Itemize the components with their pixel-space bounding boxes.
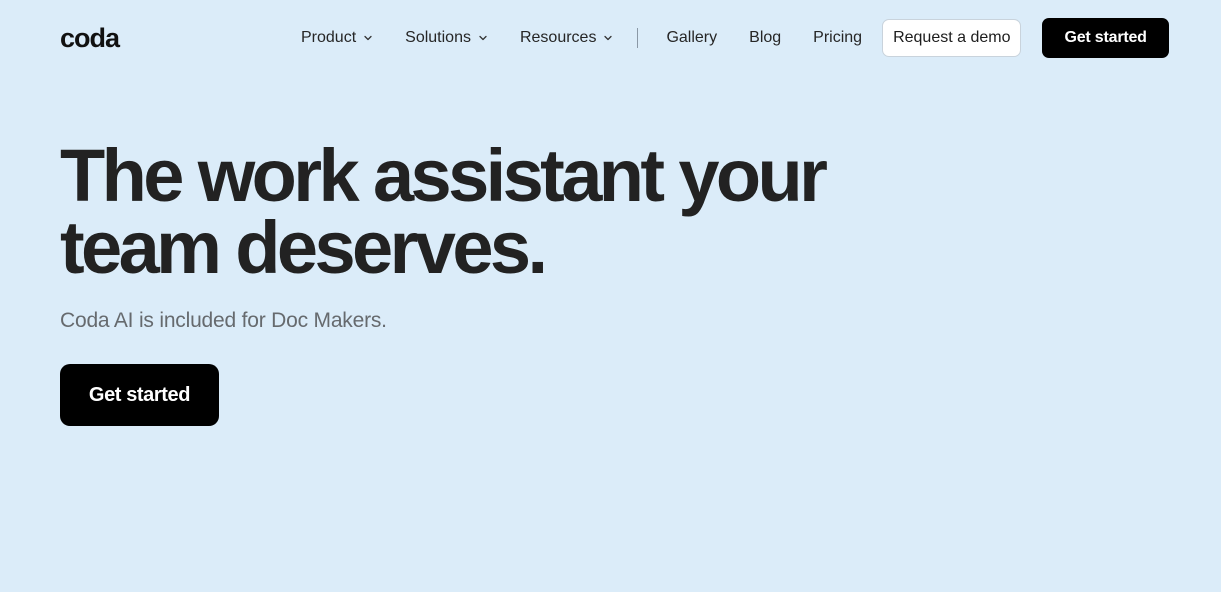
nav-blog-link[interactable]: Blog bbox=[749, 29, 781, 47]
main-nav: Product Solutions Resources Gallery Blog… bbox=[301, 18, 1169, 58]
nav-product-dropdown[interactable]: Product bbox=[301, 29, 373, 47]
header-get-started-button[interactable]: Get started bbox=[1042, 18, 1169, 58]
nav-divider bbox=[637, 28, 639, 48]
site-header: coda Product Solutions Resources Gallery… bbox=[0, 0, 1221, 78]
nav-resources-label: Resources bbox=[519, 29, 597, 46]
nav-gallery-link[interactable]: Gallery bbox=[666, 29, 717, 47]
chevron-down-icon bbox=[478, 33, 488, 43]
request-demo-button[interactable]: Request a demo bbox=[882, 19, 1022, 57]
nav-product-label: Product bbox=[301, 29, 357, 46]
hero-headline-line2: team deserves. bbox=[60, 206, 548, 289]
hero-headline: The work assistant your team deserves. bbox=[60, 134, 960, 289]
chevron-down-icon bbox=[603, 33, 613, 43]
hero-subtext: Coda AI is included for Doc Makers. bbox=[60, 309, 387, 332]
nav-pricing-link[interactable]: Pricing bbox=[813, 29, 862, 47]
hero-section: The work assistant your team deserves. C… bbox=[60, 134, 960, 334]
coda-logo[interactable]: coda bbox=[60, 22, 120, 54]
nav-resources-dropdown[interactable]: Resources bbox=[520, 29, 613, 47]
nav-solutions-label: Solutions bbox=[405, 29, 471, 46]
hero-headline-line1: The work assistant your bbox=[60, 134, 828, 217]
chevron-down-icon bbox=[363, 33, 373, 43]
nav-solutions-dropdown[interactable]: Solutions bbox=[405, 29, 488, 47]
hero-get-started-button[interactable]: Get started bbox=[60, 364, 219, 426]
